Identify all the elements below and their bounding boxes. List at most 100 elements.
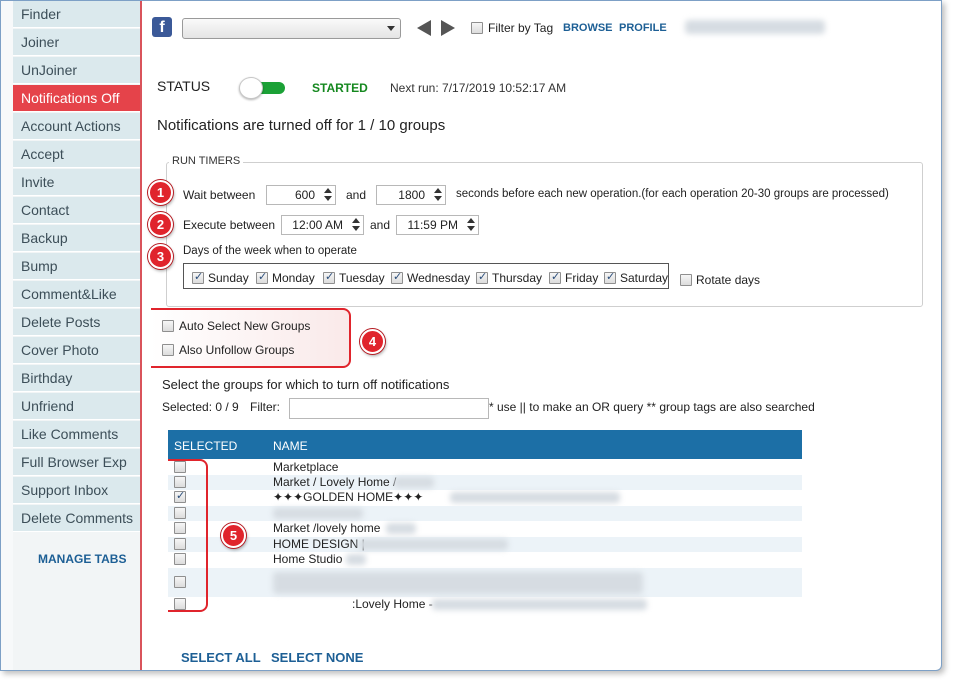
sidebar-item-backup[interactable]: Backup — [13, 225, 140, 252]
step-badge-4: 4 — [360, 329, 385, 354]
sidebar-item-joiner[interactable]: Joiner — [13, 29, 140, 56]
auto-select-checkbox[interactable] — [162, 320, 174, 332]
sidebar-item-finder[interactable]: Finder — [13, 1, 140, 28]
wait-suffix-text: seconds before each new operation.(for e… — [456, 188, 889, 200]
account-select[interactable] — [182, 18, 401, 39]
table-row[interactable] — [168, 506, 802, 521]
group-name: Market / Lovely Home / — [273, 475, 397, 489]
group-name: ✦✦✦GOLDEN HOME✦✦✦ — [273, 490, 424, 504]
next-account-arrow-icon[interactable] — [441, 20, 455, 36]
col-selected[interactable]: SELECTED — [174, 439, 237, 453]
browse-link[interactable]: BROWSE — [563, 22, 613, 34]
day-checkbox-wednesday[interactable] — [391, 270, 403, 284]
sidebar-item-delete-posts[interactable]: Delete Posts — [13, 309, 140, 336]
day-checkbox-tuesday[interactable] — [323, 270, 335, 284]
table-row[interactable]: Home Studio — [168, 552, 802, 568]
day-checkbox-monday[interactable] — [256, 270, 268, 284]
sidebar-item-contact[interactable]: Contact — [13, 197, 140, 224]
day-label-monday: Monday — [272, 271, 315, 285]
run-timers-legend: RUN TIMERS — [169, 155, 244, 167]
col-name[interactable]: NAME — [273, 439, 308, 453]
also-unfollow-label: Also Unfollow Groups — [179, 343, 295, 357]
sidebar-item-delete-comments[interactable]: Delete Comments — [13, 505, 140, 532]
table-row[interactable]: :Lovely Home - — [168, 597, 802, 612]
table-row[interactable]: Market / Lovely Home / — [168, 475, 802, 490]
execute-start-input[interactable]: 12:00 AM — [281, 215, 364, 235]
status-label: STATUS — [157, 78, 211, 94]
spinner-icon[interactable] — [324, 188, 332, 202]
day-checkbox-sunday[interactable] — [192, 270, 204, 284]
execute-end-input[interactable]: 11:59 PM — [396, 215, 479, 235]
rotate-days-checkbox[interactable] — [680, 274, 692, 286]
facebook-icon: f — [152, 17, 172, 37]
sidebar-item-bump[interactable]: Bump — [13, 253, 140, 280]
blurred-group-name — [450, 492, 620, 503]
status-toggle[interactable] — [239, 77, 286, 99]
select-none-button[interactable]: SELECT NONE — [271, 650, 363, 665]
blurred-group-name — [432, 599, 647, 610]
wait-between-label: Wait between — [183, 188, 256, 202]
day-label-sunday: Sunday — [208, 271, 249, 285]
day-label-tuesday: Tuesday — [339, 271, 385, 285]
table-row[interactable]: HOME DESIGN | — [168, 537, 802, 552]
sidebar: Finder Joiner UnJoiner Notifications Off Acc… — [1, 1, 142, 670]
and-label-2: and — [370, 218, 391, 232]
toggle-knob — [239, 77, 263, 99]
sidebar-strip — [1, 1, 13, 670]
day-label-thursday: Thursday — [492, 271, 543, 285]
sidebar-item-unfriend[interactable]: Unfriend — [13, 393, 140, 420]
table-row[interactable] — [168, 568, 802, 597]
blurred-group-name — [346, 554, 366, 565]
rotate-days-label: Rotate days — [696, 273, 761, 287]
sidebar-item-notifications-off[interactable]: Notifications Off — [13, 85, 140, 112]
spinner-icon[interactable] — [467, 218, 475, 232]
group-name: Market /lovely home — [273, 521, 381, 535]
execute-end-value: 11:59 PM — [407, 218, 458, 232]
notifications-summary: Notifications are turned off for 1 / 10 … — [157, 117, 446, 134]
spinner-icon[interactable] — [352, 218, 360, 232]
wait-min-input[interactable]: 600 — [266, 185, 336, 205]
day-label-saturday: Saturday — [620, 271, 669, 285]
day-checkbox-friday[interactable] — [549, 270, 561, 284]
sidebar-item-unjoiner[interactable]: UnJoiner — [13, 57, 140, 84]
table-row[interactable]: Market /lovely home — [168, 521, 802, 537]
sidebar-item-accept[interactable]: Accept — [13, 141, 140, 168]
sidebar-item-birthday[interactable]: Birthday — [13, 365, 140, 392]
sidebar-item-cover-photo[interactable]: Cover Photo — [13, 337, 140, 364]
day-checkbox-saturday[interactable] — [604, 270, 616, 284]
previous-account-arrow-icon[interactable] — [417, 20, 431, 36]
blurred-group-name — [273, 508, 363, 519]
select-all-button[interactable]: SELECT ALL — [181, 650, 261, 665]
table-header: SELECTED NAME — [168, 430, 802, 459]
filter-hint: * use || to make an OR query ** group ta… — [489, 400, 815, 414]
manage-tabs-link[interactable]: MANAGE TABS — [38, 552, 126, 566]
table-row[interactable]: Marketplace — [168, 460, 802, 475]
filter-input[interactable] — [289, 398, 489, 419]
sidebar-item-comment-like[interactable]: Comment&Like — [13, 281, 140, 308]
group-name: Home Studio — [273, 552, 343, 566]
wait-max-input[interactable]: 1800 — [376, 185, 446, 205]
blurred-group-name — [386, 523, 416, 534]
day-checkbox-thursday[interactable] — [476, 270, 488, 284]
sidebar-item-full-browser-exp[interactable]: Full Browser Exp — [13, 449, 140, 476]
sidebar-item-like-comments[interactable]: Like Comments — [13, 421, 140, 448]
step-badge-5: 5 — [221, 523, 246, 548]
filter-by-tag-label: Filter by Tag — [488, 21, 554, 35]
options-highlight — [151, 308, 351, 368]
group-name: HOME DESIGN | — [273, 537, 365, 551]
blurred-account-name — [685, 20, 825, 34]
sidebar-item-support-inbox[interactable]: Support Inbox — [13, 477, 140, 504]
next-run-text: Next run: 7/17/2019 10:52:17 AM — [390, 81, 567, 95]
blurred-group-name — [394, 477, 434, 488]
day-label-wednesday: Wednesday — [407, 271, 471, 285]
group-name: :Lovely Home - — [352, 597, 433, 611]
chevron-down-icon — [387, 26, 395, 31]
sidebar-item-account-actions[interactable]: Account Actions — [13, 113, 140, 140]
profile-link[interactable]: PROFILE — [619, 22, 667, 34]
status-state: STARTED — [312, 81, 368, 95]
filter-by-tag-checkbox[interactable] — [471, 22, 483, 34]
table-row[interactable]: ✦✦✦GOLDEN HOME✦✦✦ — [168, 489, 802, 506]
spinner-icon[interactable] — [434, 188, 442, 202]
sidebar-item-invite[interactable]: Invite — [13, 169, 140, 196]
also-unfollow-checkbox[interactable] — [162, 344, 174, 356]
